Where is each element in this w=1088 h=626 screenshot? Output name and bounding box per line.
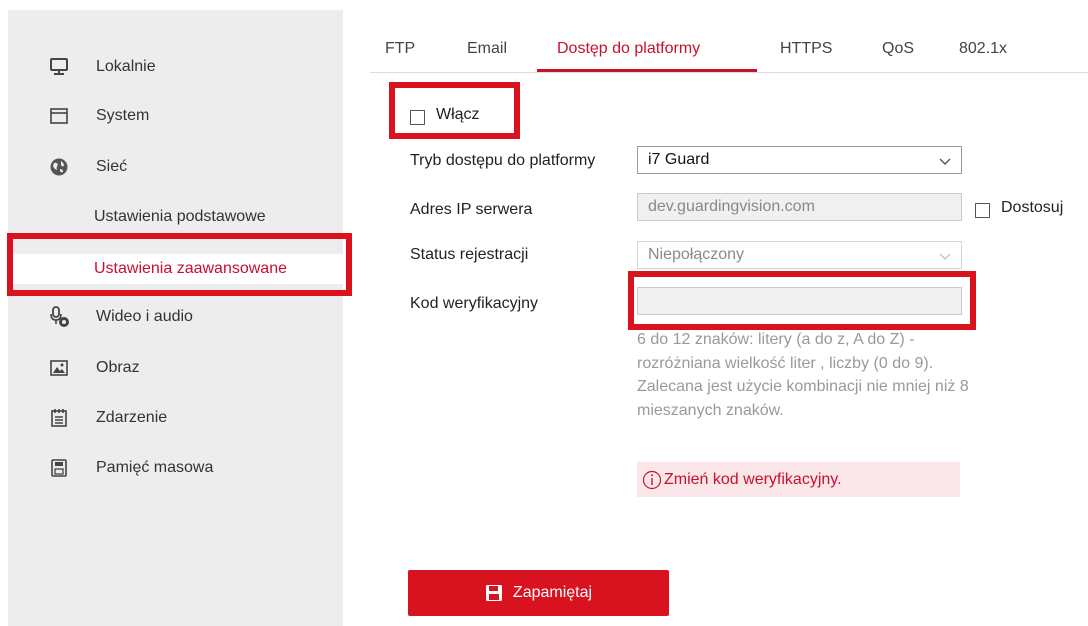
chevron-down-icon bbox=[939, 249, 951, 267]
tab-https[interactable]: HTTPS bbox=[780, 40, 832, 58]
sidebar-item-label: Sieć bbox=[96, 158, 128, 175]
verification-code-input[interactable] bbox=[637, 287, 962, 315]
tab-qos[interactable]: QoS bbox=[882, 40, 914, 58]
tab-802-1x[interactable]: 802.1x bbox=[959, 40, 1007, 58]
sidebar-item-label: Obraz bbox=[96, 359, 140, 376]
access-mode-value: i7 Guard bbox=[648, 151, 710, 168]
tab-bar: FTP Email Dostęp do platformy HTTPS QoS … bbox=[370, 32, 1088, 73]
sidebar-item-obraz[interactable]: Obraz bbox=[8, 353, 343, 383]
sidebar-subitem-label: Ustawienia zaawansowane bbox=[94, 260, 287, 277]
tab-ftp[interactable]: FTP bbox=[385, 40, 415, 58]
registration-status-select: Niepołączony bbox=[637, 241, 962, 269]
server-ip-label: Adres IP serwera bbox=[410, 201, 533, 218]
sidebar-item-label: Wideo i audio bbox=[96, 308, 193, 325]
active-tab-indicator bbox=[537, 69, 757, 72]
sidebar-subitem-ustawienia-podstawowe[interactable]: Ustawienia podstawowe bbox=[8, 202, 343, 232]
tab-email[interactable]: Email bbox=[467, 40, 507, 58]
sidebar-item-label: Zdarzenie bbox=[96, 409, 168, 426]
custom-server-checkbox[interactable] bbox=[975, 203, 990, 218]
sidebar-item-lokalnie[interactable]: Lokalnie bbox=[8, 52, 343, 82]
custom-server-label: Dostosuj bbox=[1001, 199, 1064, 216]
image-icon bbox=[48, 357, 70, 379]
sidebar-item-label: Pamięć masowa bbox=[96, 459, 214, 476]
sidebar-subitem-ustawienia-zaawansowane[interactable]: Ustawienia zaawansowane bbox=[8, 254, 343, 284]
error-text: Zmień kod weryfikacyjny. bbox=[664, 470, 842, 488]
floppy-disk-icon bbox=[485, 584, 503, 602]
tab-dostep-do-platformy[interactable]: Dostęp do platformy bbox=[557, 40, 700, 58]
sidebar-item-label: Lokalnie bbox=[96, 58, 156, 75]
microphone-camera-icon bbox=[48, 306, 70, 328]
sidebar-item-wideo-i-audio[interactable]: Wideo i audio bbox=[8, 302, 343, 332]
server-ip-value: dev.guardingvision.com bbox=[648, 198, 815, 215]
access-mode-label: Tryb dostępu do platformy bbox=[410, 152, 596, 169]
registration-status-value: Niepołączony bbox=[648, 246, 745, 263]
access-mode-select[interactable]: i7 Guard bbox=[637, 146, 962, 174]
save-button-label: Zapamiętaj bbox=[512, 584, 593, 601]
verification-code-label: Kod weryfikacyjny bbox=[410, 295, 539, 312]
sidebar-item-pamiec-masowa[interactable]: Pamięć masowa bbox=[8, 453, 343, 483]
sidebar-item-zdarzenie[interactable]: Zdarzenie bbox=[8, 403, 343, 433]
registration-status-label: Status rejestracji bbox=[410, 246, 529, 263]
sidebar-item-label: System bbox=[96, 107, 150, 124]
enable-checkbox[interactable] bbox=[410, 110, 425, 125]
calendar-list-icon bbox=[48, 407, 70, 429]
window-icon bbox=[48, 105, 70, 127]
enable-label: Włącz bbox=[436, 106, 480, 123]
server-ip-input[interactable]: dev.guardingvision.com bbox=[637, 193, 962, 221]
storage-icon bbox=[48, 457, 70, 479]
sidebar-item-system[interactable]: System bbox=[8, 101, 343, 131]
sidebar-item-siec[interactable]: Sieć bbox=[8, 152, 343, 182]
globe-icon bbox=[48, 156, 70, 178]
monitor-icon bbox=[48, 56, 70, 78]
chevron-down-icon bbox=[939, 154, 951, 172]
sidebar-subitem-label: Ustawienia podstawowe bbox=[94, 208, 266, 225]
error-message: Zmień kod weryfikacyjny. bbox=[637, 462, 960, 497]
verification-code-hint: 6 do 12 znaków: litery (a do z, A do Z) … bbox=[637, 331, 969, 419]
sidebar: Lokalnie System Sieć Ustawienia podstawo… bbox=[8, 10, 343, 626]
save-button[interactable]: Zapamiętaj bbox=[408, 570, 669, 616]
info-circle-icon bbox=[642, 470, 662, 490]
